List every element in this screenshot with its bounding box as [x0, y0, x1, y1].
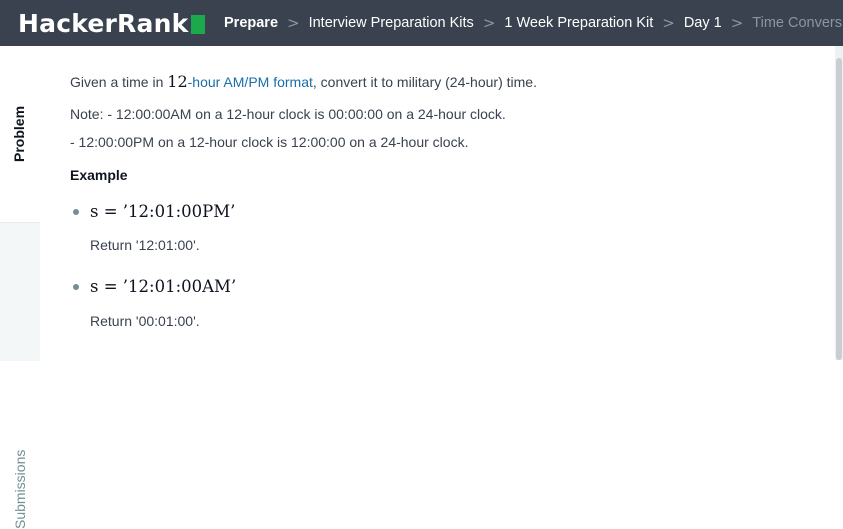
example-heading: Example — [70, 167, 128, 183]
problem-intro: Given a time in 12-hour AM/PM format, co… — [70, 72, 537, 91]
intro-text-end: , convert it to military (24-hour) time. — [312, 74, 537, 90]
intro-math-twelve: 12 — [167, 72, 188, 91]
intro-text-start: Given a time in — [70, 74, 168, 90]
breadcrumb-current-time-conversion: Time Conversion — [752, 15, 843, 31]
logo-text: HackerRank — [18, 8, 189, 38]
breadcrumb-1-week-preparation-kit[interactable]: 1 Week Preparation Kit — [504, 15, 653, 31]
hackerrank-logo[interactable]: HackerRank — [18, 8, 206, 38]
breadcrumb-interview-preparation-kits[interactable]: Interview Preparation Kits — [309, 15, 474, 31]
example-output: Return '12:01:00'. — [90, 237, 200, 253]
chevron-right-icon: > — [482, 14, 496, 32]
example-item: s = ’12:01:00AM’ — [70, 277, 236, 296]
tab-problem-label: Problem — [11, 105, 27, 162]
breadcrumb: Prepare > Interview Preparation Kits > 1… — [224, 0, 843, 46]
example-input: s = ’12:01:00AM’ — [90, 277, 237, 296]
tab-submissions-label: Submissions — [12, 449, 28, 529]
scrollbar-thumb[interactable] — [836, 58, 842, 360]
note-line-1: Note: - 12:00:00AM on a 12-hour clock is… — [70, 106, 506, 122]
vertical-tab-sidebar: Problem Submissions — [0, 46, 40, 529]
example-input: s = ’12:01:00PM’ — [90, 202, 236, 221]
top-navigation-bar: HackerRank Prepare > Interview Preparati… — [0, 0, 843, 46]
chevron-right-icon: > — [662, 14, 675, 32]
breadcrumb-day-1[interactable]: Day 1 — [684, 15, 722, 31]
chevron-right-icon: > — [730, 14, 744, 32]
breadcrumb-prepare[interactable]: Prepare — [224, 15, 278, 31]
bullet-icon — [73, 283, 79, 290]
hour-format-link[interactable]: -hour AM/PM format — [188, 74, 313, 90]
bullet-icon — [73, 208, 79, 215]
tab-problem[interactable]: Problem — [0, 46, 40, 222]
note-line-2: - 12:00:00PM on a 12-hour clock is 12:00… — [70, 134, 469, 150]
example-item: s = ’12:01:00PM’ — [70, 202, 235, 221]
tab-submissions[interactable]: Submissions — [0, 222, 40, 529]
chevron-right-icon: > — [287, 14, 300, 32]
example-output: Return '00:01:00'. — [90, 313, 200, 329]
logo-green-block-icon — [191, 14, 206, 34]
